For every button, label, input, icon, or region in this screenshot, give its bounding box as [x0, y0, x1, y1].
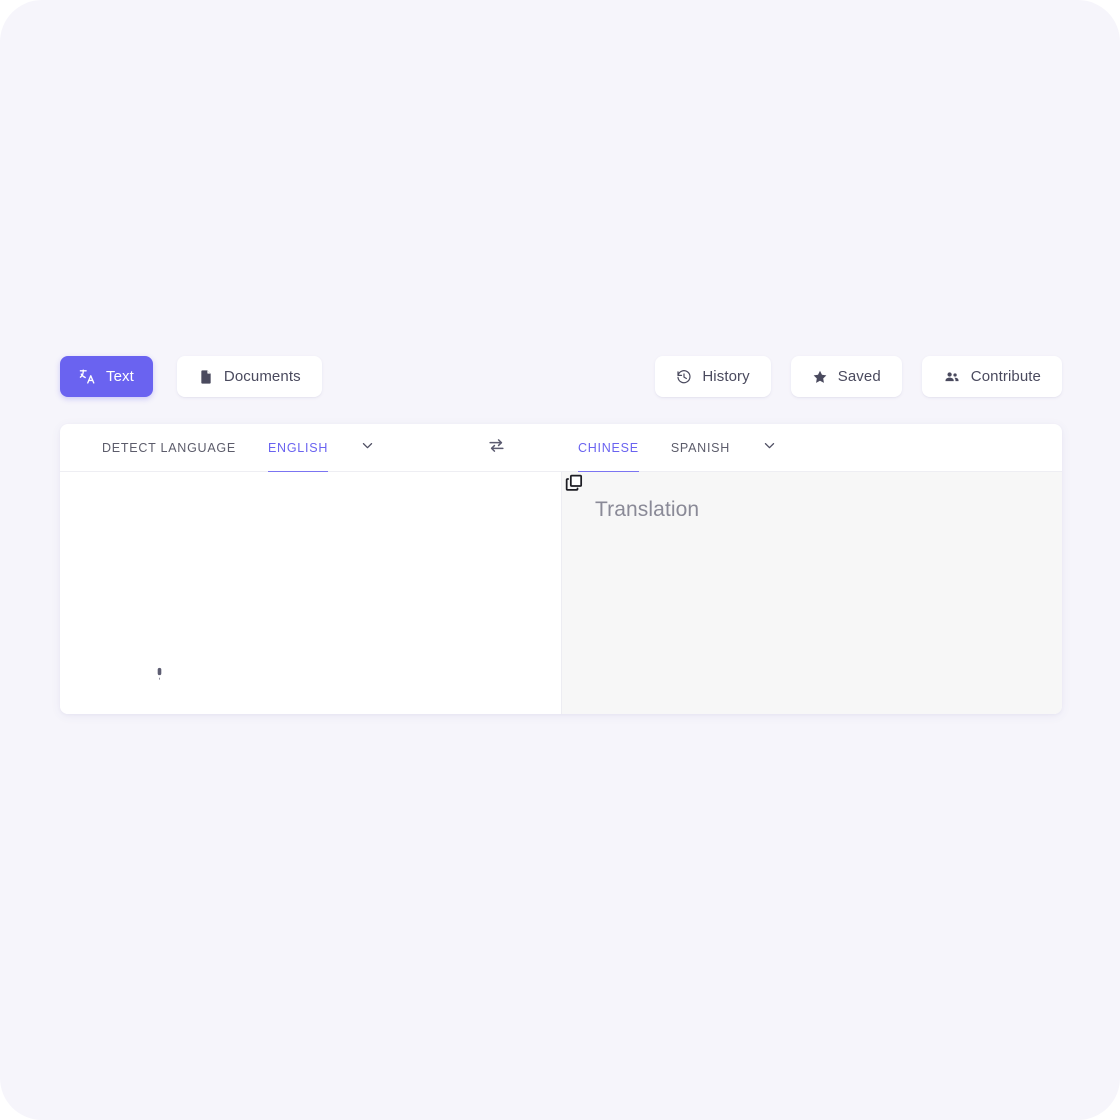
source-tab-english[interactable]: English [252, 424, 344, 473]
star-icon [812, 369, 828, 385]
source-text-input[interactable] [92, 498, 529, 526]
people-icon [943, 369, 961, 385]
target-language-group: Chinese Spanish [562, 424, 1062, 473]
source-language-dropdown[interactable] [344, 424, 390, 472]
top-toolbar: Text Documents History Saved Contribute [60, 356, 1062, 397]
translation-panes: Translation [60, 472, 1062, 714]
tab-text[interactable]: Text [60, 356, 153, 397]
chevron-down-icon [762, 438, 777, 458]
saved-label: Saved [837, 368, 881, 385]
source-tab-detect-language[interactable]: Detect language [86, 424, 252, 472]
target-pane: Translation [562, 472, 1062, 714]
translate-app-page: Text Documents History Saved Contribute … [0, 0, 1120, 1120]
translate-icon [79, 368, 96, 385]
target-tab-chinese[interactable]: Chinese [562, 424, 655, 473]
source-language-group: Detect language English [60, 424, 562, 473]
toolbar-right-group: History Saved Contribute [655, 356, 1062, 397]
copy-icon [564, 473, 584, 498]
history-button[interactable]: History [655, 356, 771, 397]
contribute-button[interactable]: Contribute [921, 356, 1062, 397]
language-bar: Detect language English [60, 424, 1062, 473]
translation-placeholder: Translation [595, 498, 700, 521]
document-icon [198, 368, 214, 386]
target-language-dropdown[interactable] [746, 424, 792, 472]
swap-arrows-icon [487, 436, 506, 460]
swap-languages-button[interactable] [474, 424, 518, 472]
chevron-down-icon [360, 438, 375, 458]
history-icon [676, 369, 692, 385]
tab-documents[interactable]: Documents [176, 356, 322, 397]
tab-text-label: Text [106, 368, 134, 385]
history-label: History [702, 368, 750, 385]
toolbar-left-group: Text Documents [60, 356, 322, 397]
microphone-icon [152, 665, 167, 688]
copy-translation-button[interactable] [563, 474, 585, 496]
translator-card: Detect language English [60, 424, 1062, 714]
tab-documents-label: Documents [223, 368, 301, 385]
contribute-label: Contribute [970, 368, 1041, 385]
source-pane [60, 472, 562, 714]
saved-button[interactable]: Saved [790, 356, 902, 397]
microphone-button[interactable] [148, 665, 170, 687]
target-tab-spanish[interactable]: Spanish [655, 424, 746, 472]
